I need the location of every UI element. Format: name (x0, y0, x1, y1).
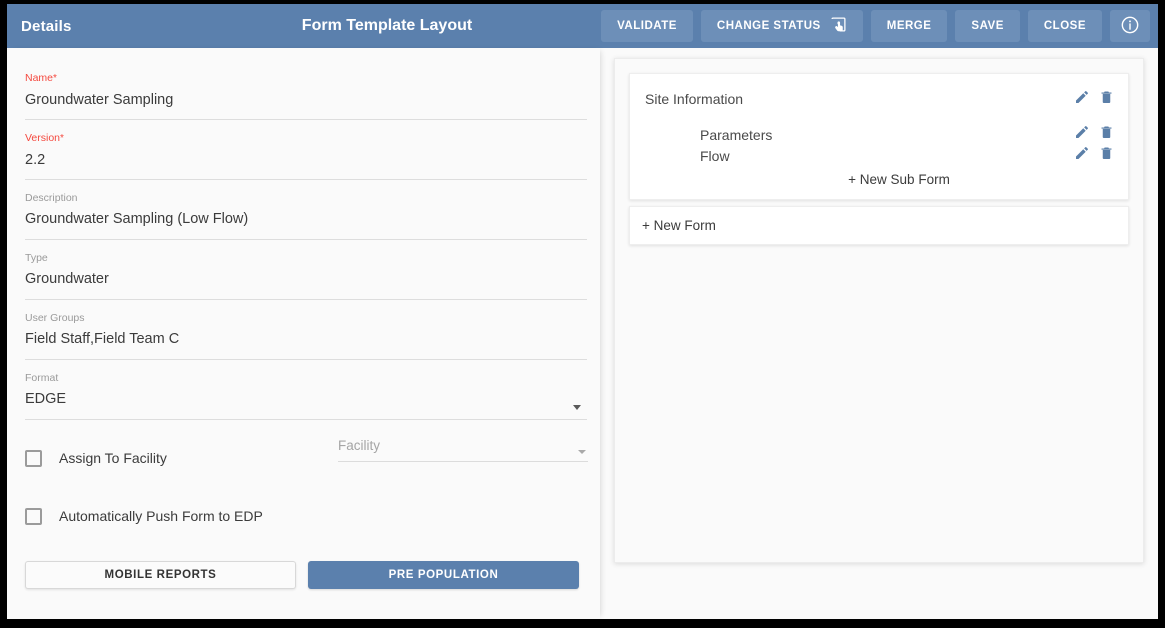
header-details-label: Details (21, 17, 72, 35)
description-field-value: Groundwater Sampling (Low Flow) (25, 211, 249, 227)
assign-to-facility-checkbox[interactable] (25, 449, 42, 467)
validate-button[interactable]: VALIDATE (601, 10, 693, 42)
format-field[interactable]: Format EDGE (25, 360, 587, 420)
description-field-label: Description (25, 192, 78, 204)
validate-button-label: VALIDATE (617, 20, 677, 32)
trash-icon[interactable] (1099, 124, 1114, 145)
type-field-value: Groundwater (25, 271, 109, 287)
change-status-button-label: CHANGE STATUS (716, 20, 821, 32)
change-status-button[interactable]: CHANGE STATUS (700, 10, 863, 42)
mobile-reports-button[interactable]: MOBILE REPORTS (25, 561, 296, 589)
facility-select[interactable]: Facility (338, 437, 588, 462)
assign-to-facility-row: Assign To Facility Facility (25, 429, 588, 487)
trash-icon[interactable] (1099, 89, 1114, 110)
assign-to-facility-label: Assign To Facility (59, 450, 167, 466)
form-row-actions (1074, 89, 1114, 110)
trash-icon[interactable] (1099, 145, 1114, 166)
merge-button-label: MERGE (886, 20, 932, 32)
name-field-value: Groundwater Sampling (25, 92, 174, 108)
user-groups-field[interactable]: User Groups Field Staff,Field Team C (25, 300, 587, 360)
description-field[interactable]: Description Groundwater Sampling (Low Fl… (25, 180, 587, 240)
user-groups-field-label: User Groups (25, 312, 85, 324)
subform-row-actions (1074, 124, 1114, 145)
required-asterisk: * (60, 133, 64, 144)
subform-row-parameters[interactable]: Parameters (642, 124, 1116, 145)
pencil-icon[interactable] (1074, 145, 1090, 166)
pencil-icon[interactable] (1074, 124, 1090, 145)
window-body: Name* Groundwater Sampling Version* 2.2 … (7, 48, 1158, 619)
info-button[interactable] (1110, 10, 1150, 42)
footer-buttons: MOBILE REPORTS PRE POPULATION (25, 561, 587, 589)
auto-push-edp-checkbox[interactable] (25, 507, 42, 525)
name-field[interactable]: Name* Groundwater Sampling (25, 60, 587, 120)
form-layout-container: Site Information Parameters Flow + New S… (614, 58, 1144, 563)
subform-name-label: Parameters (700, 126, 773, 143)
subform-row-flow[interactable]: Flow (642, 145, 1116, 166)
chevron-down-icon (578, 450, 586, 454)
tap-app-icon (830, 16, 847, 36)
user-groups-field-value: Field Staff,Field Team C (25, 331, 180, 347)
format-field-value: EDGE (25, 391, 67, 407)
type-field-label: Type (25, 252, 48, 264)
subform-row-actions (1074, 145, 1114, 166)
pre-population-button[interactable]: PRE POPULATION (308, 561, 579, 589)
form-name-label: Site Information (645, 91, 744, 107)
new-sub-form-button[interactable]: + New Sub Form (682, 166, 1116, 189)
auto-push-edp-row: Automatically Push Form to EDP (25, 487, 587, 545)
merge-button[interactable]: MERGE (870, 10, 948, 42)
chevron-down-icon[interactable] (573, 405, 581, 410)
close-button-label: CLOSE (1043, 20, 1086, 32)
details-form-panel: Name* Groundwater Sampling Version* 2.2 … (7, 48, 600, 619)
pencil-icon[interactable] (1074, 89, 1090, 110)
auto-push-edp-label: Automatically Push Form to EDP (59, 508, 263, 524)
name-field-label: Name* (25, 72, 57, 84)
version-field-label: Version* (25, 132, 64, 144)
type-field[interactable]: Type Groundwater (25, 240, 587, 300)
new-form-button[interactable]: + New Form (629, 206, 1129, 245)
form-card: Site Information Parameters Flow + New S… (629, 73, 1129, 200)
required-asterisk: * (53, 73, 57, 84)
version-field[interactable]: Version* 2.2 (25, 120, 587, 180)
save-button[interactable]: SAVE (955, 10, 1020, 42)
form-layout-panel: Site Information Parameters Flow + New S… (600, 48, 1158, 619)
header-actions: VALIDATE CHANGE STATUS MERGE SAVE CLOSE (601, 10, 1150, 42)
facility-select-placeholder: Facility (338, 438, 381, 453)
format-field-label: Format (25, 372, 59, 384)
info-circle-icon (1120, 15, 1140, 38)
form-template-layout-window: Details Form Template Layout VALIDATE CH… (7, 4, 1158, 619)
subform-name-label: Flow (700, 147, 730, 164)
save-button-label: SAVE (971, 20, 1004, 32)
version-field-value: 2.2 (25, 152, 46, 168)
form-row-site-information[interactable]: Site Information (642, 86, 1116, 112)
close-button[interactable]: CLOSE (1027, 10, 1102, 42)
window-header: Details Form Template Layout VALIDATE CH… (7, 4, 1158, 48)
